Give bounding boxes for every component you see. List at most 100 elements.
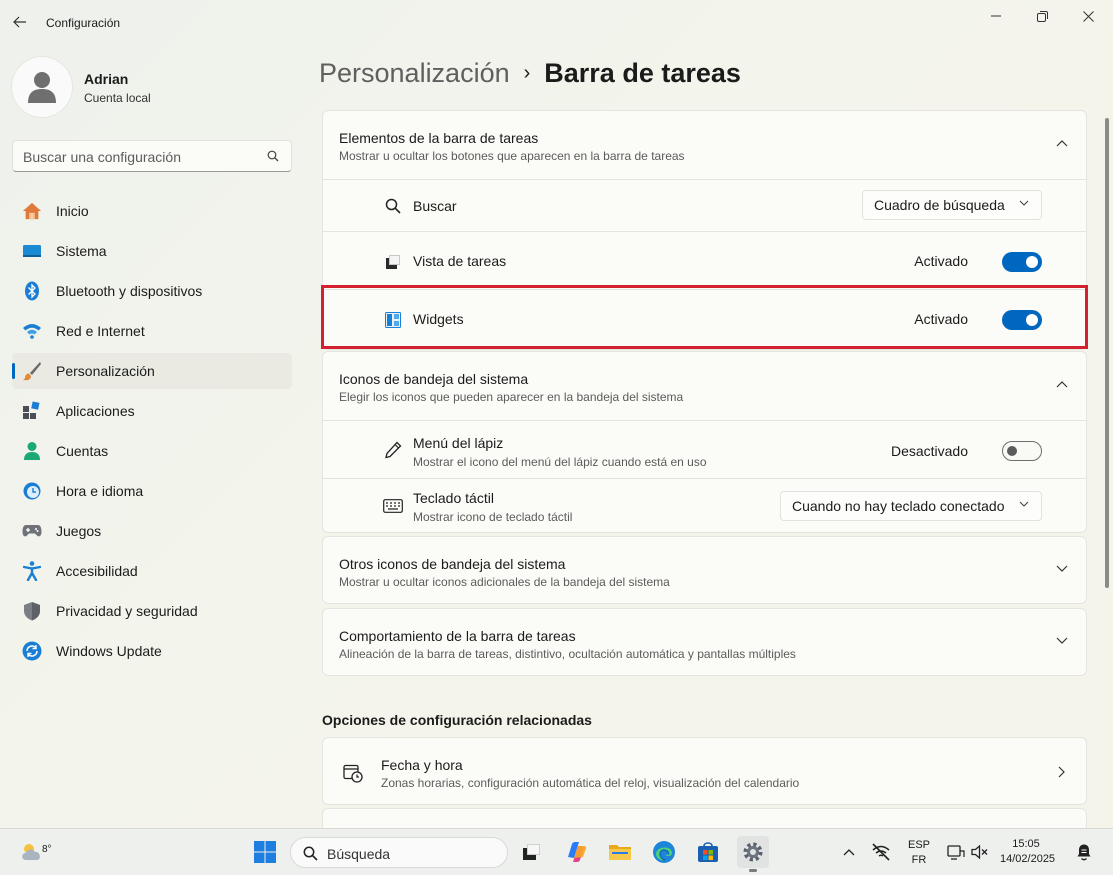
profile-name: Adrian xyxy=(84,71,129,87)
copilot-icon xyxy=(568,842,587,862)
windows-update-icon xyxy=(22,641,42,661)
tray-icons-card: Iconos de bandeja del sistema Elegir los… xyxy=(322,351,1087,533)
sidebar-item-windows-update[interactable]: Windows Update xyxy=(12,633,292,669)
monitor-icon xyxy=(947,845,965,860)
sidebar-item-label: Privacidad y seguridad xyxy=(56,603,198,619)
maximize-button[interactable] xyxy=(1019,0,1065,32)
clock-date: 14/02/2025 xyxy=(1000,853,1056,865)
touch-keyboard-row: Teclado táctil Mostrar icono de teclado … xyxy=(323,478,1086,533)
date-time-link[interactable]: Fecha y hora Zonas horarias, configuraci… xyxy=(322,737,1087,805)
minimize-button[interactable] xyxy=(973,0,1019,32)
chevron-down-icon xyxy=(1056,565,1068,572)
sidebar-item-label: Cuentas xyxy=(56,443,109,459)
scrollbar[interactable] xyxy=(1105,118,1109,588)
widgets-icon xyxy=(383,310,403,330)
taskbar-behavior-card[interactable]: Comportamiento de la barra de tareas Ali… xyxy=(322,608,1087,676)
sidebar-item-label: Aplicaciones xyxy=(56,403,135,419)
sidebar-item-privacidad[interactable]: Privacidad y seguridad xyxy=(12,593,292,629)
other-tray-icons-card[interactable]: Otros iconos de bandeja del sistema Most… xyxy=(322,536,1087,604)
tray-icons-header[interactable]: Iconos de bandeja del sistema Elegir los… xyxy=(323,352,1086,420)
sidebar-item-red[interactable]: Red e Internet xyxy=(12,313,292,349)
notification-bell-icon xyxy=(1077,844,1091,861)
other-tray-icons-header[interactable]: Otros iconos de bandeja del sistema Most… xyxy=(323,537,1086,605)
next-related-card[interactable] xyxy=(322,808,1087,828)
task-view-state: Activado xyxy=(914,253,968,269)
profile-account-type: Cuenta local xyxy=(84,91,151,105)
clock-time: 15:05 xyxy=(1012,838,1040,850)
search-mode-dropdown[interactable]: Cuadro de búsqueda xyxy=(862,190,1042,220)
taskbar-search[interactable]: Búsqueda xyxy=(290,837,508,868)
taskbar-behavior-header[interactable]: Comportamiento de la barra de tareas Ali… xyxy=(323,609,1086,677)
edge-button[interactable] xyxy=(648,836,680,868)
chevron-down-icon xyxy=(1056,637,1068,644)
sidebar-item-bluetooth[interactable]: Bluetooth y dispositivos xyxy=(12,273,292,309)
touch-keyboard-dropdown[interactable]: Cuando no hay teclado conectado xyxy=(780,491,1042,521)
task-view-toggle[interactable] xyxy=(1002,252,1042,272)
sidebar-item-accesibilidad[interactable]: Accesibilidad xyxy=(12,553,292,589)
notifications-button[interactable] xyxy=(1072,836,1096,868)
time-language-icon xyxy=(22,481,42,501)
weather-widget[interactable]: 8° xyxy=(12,836,54,868)
copilot-button[interactable] xyxy=(560,836,592,868)
back-button[interactable] xyxy=(8,10,32,34)
app-title: Configuración xyxy=(46,16,121,30)
card-subtitle: Mostrar u ocultar los botones que aparec… xyxy=(339,149,685,163)
touch-keyboard-label: Teclado táctil xyxy=(413,490,494,506)
keyboard-layout-code: FR xyxy=(911,854,927,866)
sidebar-item-label: Juegos xyxy=(56,523,102,539)
network-status-button[interactable] xyxy=(865,836,897,868)
input-language-button[interactable]: ESP FR xyxy=(903,839,935,866)
calendar-clock-icon xyxy=(343,763,363,783)
sidebar-item-aplicaciones[interactable]: Aplicaciones xyxy=(12,393,292,429)
user-profile[interactable]: Adrian Cuenta local xyxy=(12,57,292,117)
search-icon xyxy=(303,846,318,861)
sidebar-nav: Inicio Sistema Bluetooth y dispositivos … xyxy=(12,193,292,673)
show-hidden-icons-button[interactable] xyxy=(833,836,865,868)
sidebar-item-label: Sistema xyxy=(56,243,107,259)
widgets-toggle[interactable] xyxy=(1002,310,1042,330)
task-view-icon xyxy=(383,252,403,272)
clock[interactable]: 15:05 14/02/2025 xyxy=(1000,838,1056,865)
chevron-down-icon xyxy=(1019,501,1029,507)
sidebar-item-inicio[interactable]: Inicio xyxy=(12,193,292,229)
taskbar-items-header[interactable]: Elementos de la barra de tareas Mostrar … xyxy=(323,111,1086,179)
folder-icon xyxy=(609,845,631,860)
store-button[interactable] xyxy=(692,836,724,868)
close-button[interactable] xyxy=(1065,0,1111,32)
settings-search[interactable] xyxy=(12,140,292,172)
card-title: Comportamiento de la barra de tareas xyxy=(339,628,576,644)
card-title: Otros iconos de bandeja del sistema xyxy=(339,556,566,572)
sidebar-item-personalizacion[interactable]: Personalización xyxy=(12,353,292,389)
pen-menu-state: Desactivado xyxy=(890,443,968,459)
home-icon xyxy=(22,201,42,221)
chevron-up-icon xyxy=(843,849,855,856)
task-view-button[interactable] xyxy=(516,836,548,868)
taskbar-search-label: Búsqueda xyxy=(327,846,391,862)
search-input[interactable] xyxy=(23,147,253,167)
sidebar-item-label: Inicio xyxy=(56,203,89,219)
sidebar-item-cuentas[interactable]: Cuentas xyxy=(12,433,292,469)
dropdown-value: Cuadro de búsqueda xyxy=(874,197,1005,213)
bluetooth-icon xyxy=(22,281,42,301)
weather-temperature: 8° xyxy=(42,844,52,855)
search-row: Buscar Cuadro de búsqueda xyxy=(323,179,1086,231)
start-button[interactable] xyxy=(249,836,281,868)
accounts-icon xyxy=(22,441,42,461)
settings-window: Configuración Adrian Cuenta local Buscar… xyxy=(0,0,1113,828)
apps-icon xyxy=(22,401,42,421)
display-status-button[interactable] xyxy=(944,836,968,868)
task-view-icon xyxy=(523,844,540,860)
keyboard-icon xyxy=(383,496,403,516)
sidebar-item-juegos[interactable]: Juegos xyxy=(12,513,292,549)
taskbar-items-card: Elementos de la barra de tareas Mostrar … xyxy=(322,110,1087,350)
breadcrumb-parent[interactable]: Personalización xyxy=(319,58,510,88)
file-explorer-button[interactable] xyxy=(604,836,636,868)
pen-menu-toggle[interactable] xyxy=(1002,441,1042,461)
pen-icon xyxy=(383,440,403,460)
settings-taskbar-button[interactable] xyxy=(737,836,769,872)
sidebar-item-sistema[interactable]: Sistema xyxy=(12,233,292,269)
widgets-state: Activado xyxy=(914,311,968,327)
sidebar-item-label: Bluetooth y dispositivos xyxy=(56,283,203,299)
volume-button[interactable] xyxy=(968,836,992,868)
sidebar-item-hora[interactable]: Hora e idioma xyxy=(12,473,292,509)
